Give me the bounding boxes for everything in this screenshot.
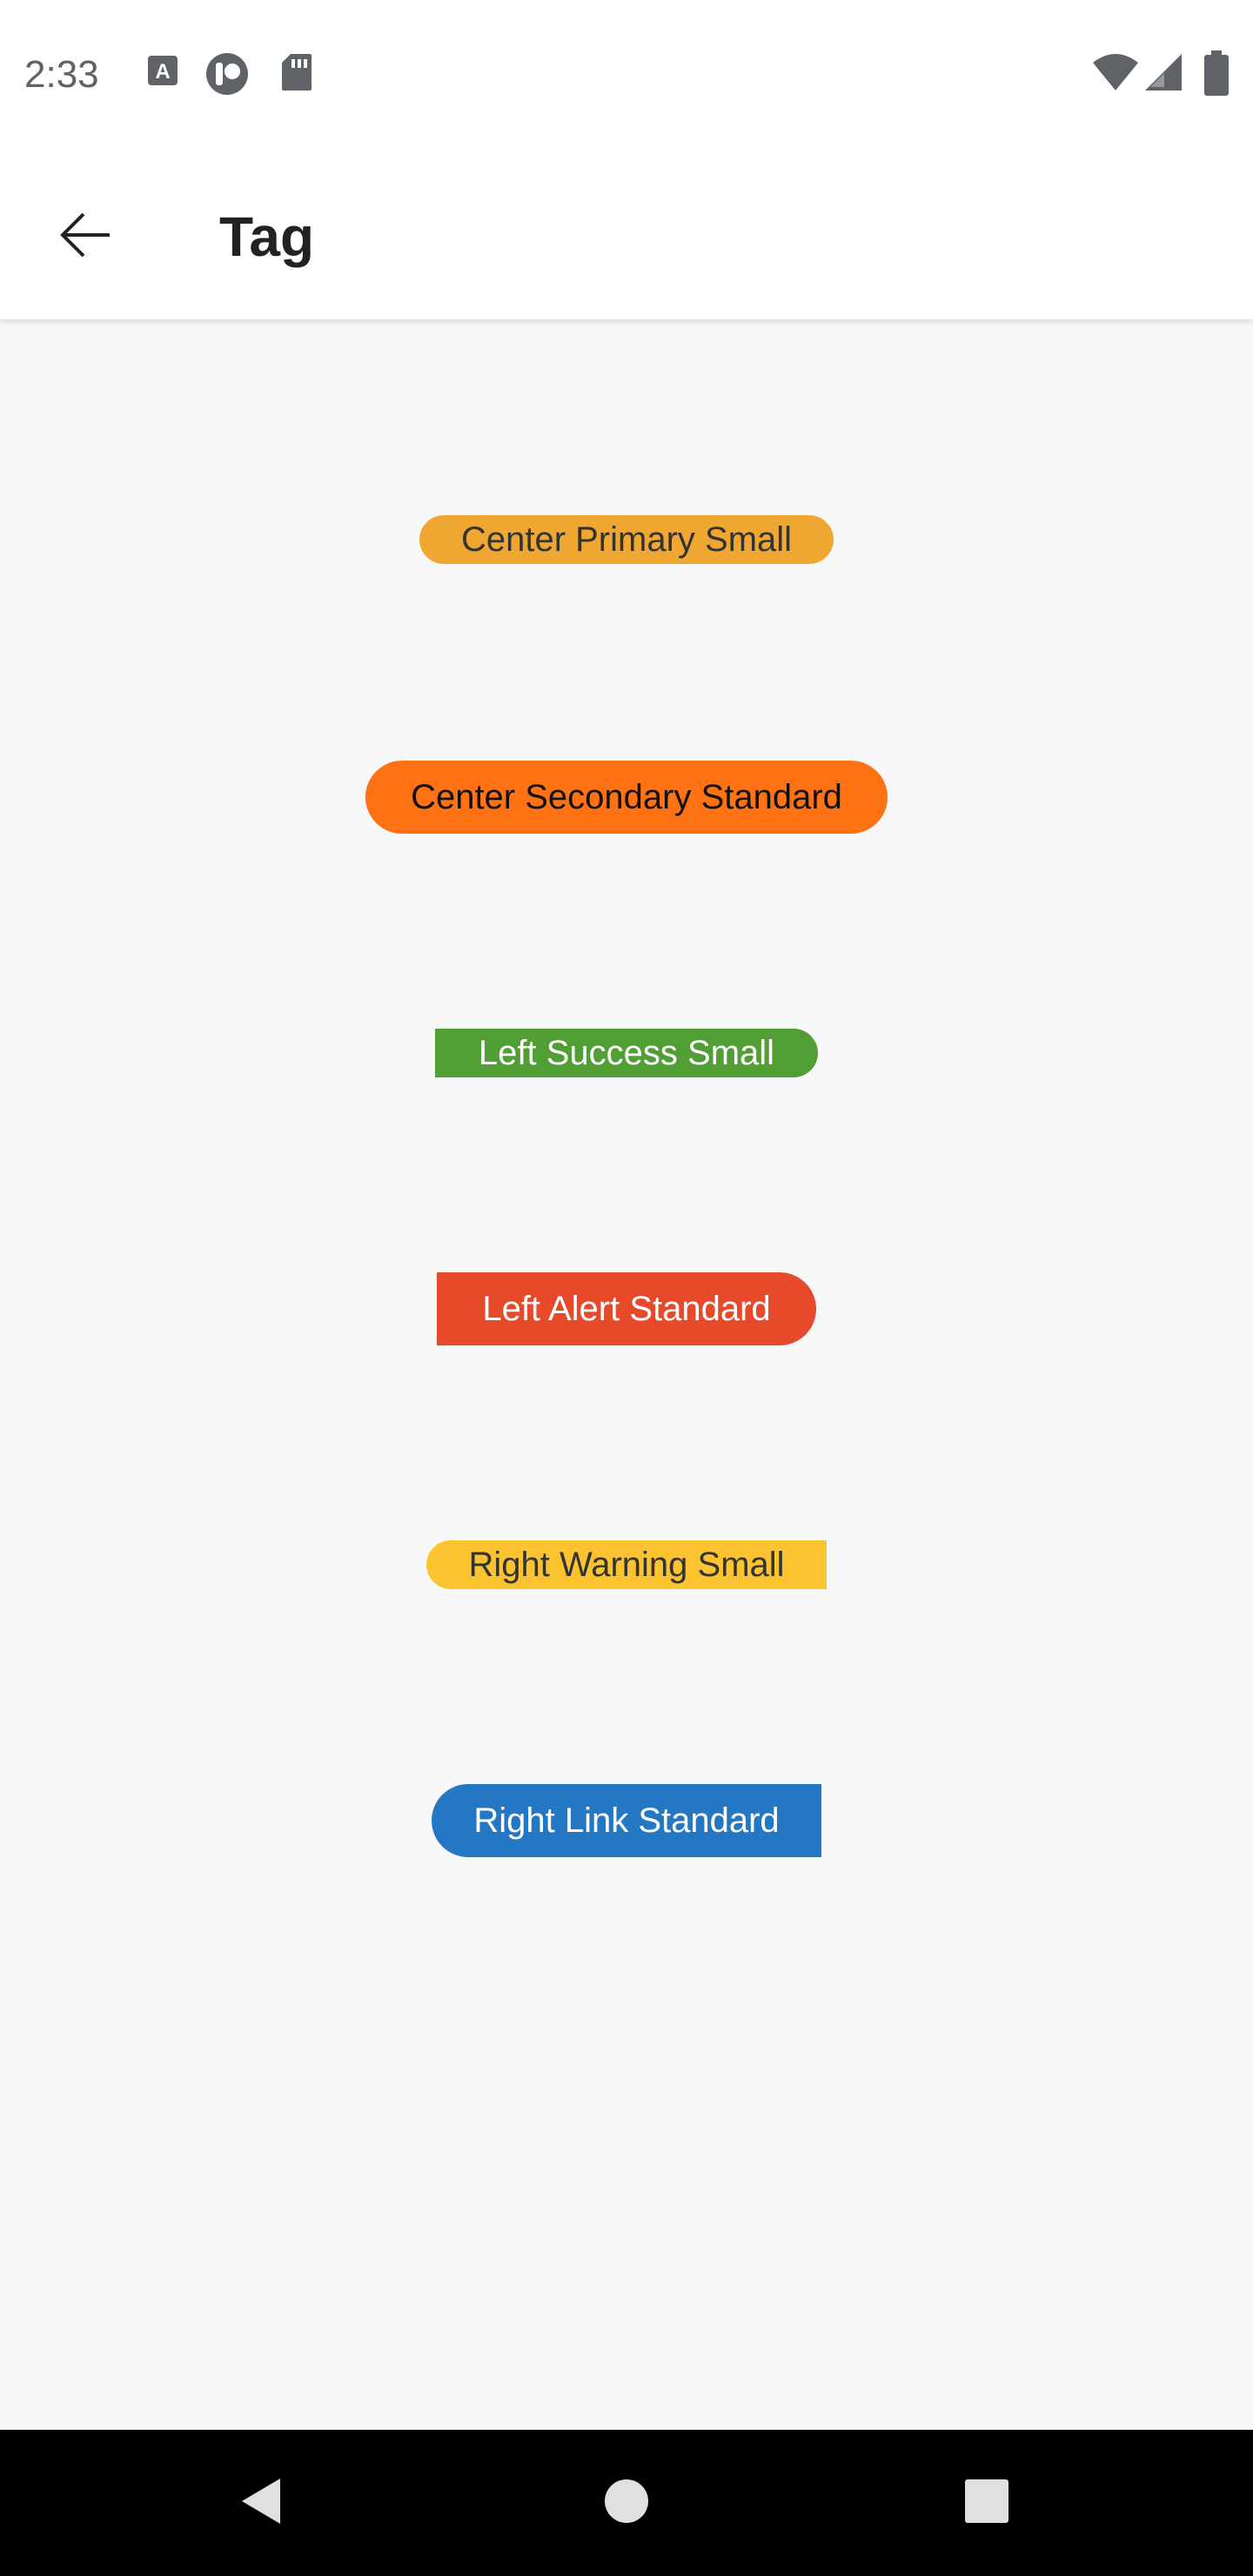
tag-center-secondary-standard: Center Secondary Standard <box>365 761 888 834</box>
status-bar: 2:33 A <box>0 0 1253 150</box>
tag-center-primary-small: Center Primary Small <box>419 515 834 564</box>
back-button[interactable] <box>35 193 136 280</box>
recents-square-icon <box>962 2477 1011 2530</box>
home-circle-icon <box>602 2477 651 2530</box>
tag-left-alert-standard: Left Alert Standard <box>437 1272 816 1345</box>
system-nav-bar <box>0 2430 1253 2576</box>
tag-label: Right Link Standard <box>473 1801 780 1840</box>
sd-card-icon <box>280 52 313 97</box>
tag-right-warning-small: Right Warning Small <box>426 1540 827 1589</box>
text-a-notification-icon: A <box>146 54 179 91</box>
app-bar: Tag <box>0 150 1253 319</box>
tag-label: Center Secondary Standard <box>411 777 842 816</box>
status-time: 2:33 <box>24 53 99 96</box>
tag-label: Center Primary Small <box>460 520 793 559</box>
tag-right-link-standard: Right Link Standard <box>432 1784 821 1857</box>
nav-home-button[interactable] <box>583 2459 670 2546</box>
tag-left-success-small: Left Success Small <box>435 1029 818 1077</box>
nav-recents-button[interactable] <box>943 2459 1030 2546</box>
nav-back-button[interactable] <box>218 2459 305 2546</box>
cellular-signal-icon <box>1143 52 1183 97</box>
tag-label: Left Alert Standard <box>482 1289 771 1328</box>
tag-label: Left Success Small <box>478 1033 775 1072</box>
svg-text:A: A <box>155 60 170 84</box>
battery-icon <box>1204 50 1229 100</box>
tag-label: Right Warning Small <box>468 1545 785 1584</box>
page-title: Tag <box>219 205 315 268</box>
arrow-back-icon <box>57 207 113 267</box>
wifi-icon <box>1091 52 1140 97</box>
toggle-notification-icon <box>205 52 249 100</box>
back-triangle-icon <box>235 2475 287 2532</box>
